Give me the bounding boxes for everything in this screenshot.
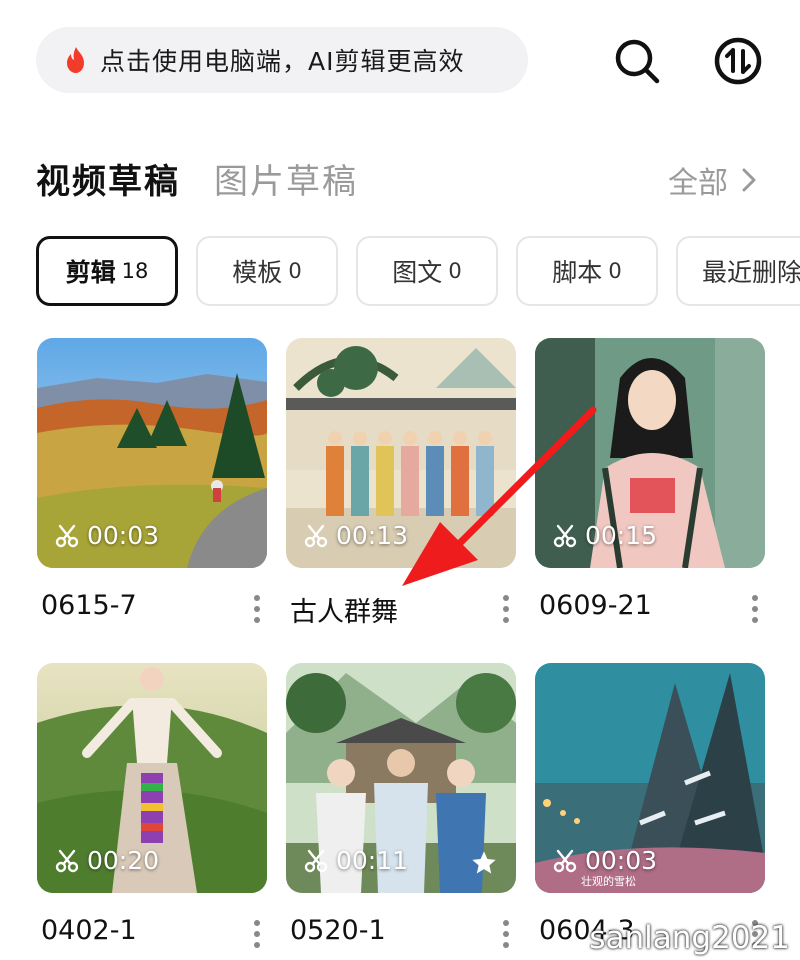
tab-image-drafts[interactable]: 图片草稿 <box>214 154 358 203</box>
top-bar: 点击使用电脑端，AI剪辑更高效 <box>0 0 800 120</box>
draft-title: 古人群舞 <box>290 597 398 628</box>
duration-text: 00:20 <box>87 846 160 875</box>
star-icon[interactable] <box>470 849 498 877</box>
search-button[interactable] <box>612 36 662 86</box>
draft-card[interactable]: 00:13 古人群舞 <box>286 338 516 628</box>
more-options-icon[interactable] <box>749 594 761 624</box>
draft-card[interactable]: 00:15 0609-21 <box>535 338 765 623</box>
thumbnail-caption: 壮观的雪松 <box>581 875 636 888</box>
draft-card[interactable]: 00:03 壮观的雪松 0604-3 <box>535 663 765 948</box>
scissors-icon <box>553 524 577 547</box>
more-options-icon[interactable] <box>251 919 263 949</box>
draft-title: 0609-21 <box>539 590 652 621</box>
draft-type-tabs: 视频草稿 图片草稿 全部 <box>0 150 800 210</box>
duration-text: 00:11 <box>336 846 409 875</box>
draft-thumbnail[interactable]: 00:15 <box>535 338 765 568</box>
watermark: sanlang2021 <box>589 920 790 956</box>
duration-badge: 00:13 <box>304 521 408 550</box>
chip-template[interactable]: 模板 0 <box>196 236 338 306</box>
chip-count: 18 <box>121 259 149 283</box>
view-all-link[interactable]: 全部 <box>668 158 756 202</box>
draft-title: 0402-1 <box>41 915 137 946</box>
duration-text: 00:03 <box>87 521 160 550</box>
flame-icon <box>67 47 84 73</box>
duration-text: 00:03 <box>585 846 658 875</box>
duration-badge: 00:11 <box>304 846 408 875</box>
chip-count: 0 <box>288 259 302 283</box>
filter-chips: 剪辑 18 模板 0 图文 0 脚本 0 最近删除 <box>36 236 800 306</box>
duration-text: 00:15 <box>585 521 658 550</box>
more-options-icon[interactable] <box>500 919 512 949</box>
chip-label: 剪辑 <box>65 258 116 287</box>
draft-thumbnail[interactable]: 00:03 壮观的雪松 <box>535 663 765 893</box>
scissors-icon <box>304 849 328 872</box>
sort-arrows-icon <box>714 37 762 85</box>
chip-label: 脚本 <box>552 258 603 287</box>
draft-card[interactable]: 00:03 0615-7 <box>37 338 267 623</box>
duration-text: 00:13 <box>336 521 409 550</box>
chip-label: 最近删除 <box>702 258 800 287</box>
sort-button[interactable] <box>713 36 763 86</box>
draft-title: 0615-7 <box>41 590 137 621</box>
view-all-label: 全部 <box>668 166 728 201</box>
scissors-icon <box>55 524 79 547</box>
scissors-icon <box>553 849 577 872</box>
draft-card[interactable]: 00:20 0402-1 <box>37 663 267 948</box>
chip-label: 模板 <box>232 258 283 287</box>
draft-grid: 00:03 0615-7 00:13 古人群舞 00:15 0609-21 00… <box>0 338 800 960</box>
search-icon <box>615 39 660 84</box>
chip-label: 图文 <box>392 258 443 287</box>
draft-thumbnail[interactable]: 00:03 <box>37 338 267 568</box>
duration-badge: 00:20 <box>55 846 159 875</box>
draft-card[interactable]: 00:11 0520-1 <box>286 663 516 948</box>
scissors-icon <box>304 524 328 547</box>
draft-thumbnail[interactable]: 00:13 <box>286 338 516 568</box>
more-options-icon[interactable] <box>500 594 512 624</box>
tab-video-drafts[interactable]: 视频草稿 <box>36 154 180 203</box>
promo-text: 点击使用电脑端，AI剪辑更高效 <box>100 47 465 76</box>
duration-badge: 00:15 <box>553 521 657 550</box>
chevron-right-icon <box>742 168 756 192</box>
draft-thumbnail[interactable]: 00:20 <box>37 663 267 893</box>
chip-image-text[interactable]: 图文 0 <box>356 236 498 306</box>
chip-count: 0 <box>608 259 622 283</box>
more-options-icon[interactable] <box>251 594 263 624</box>
duration-badge: 00:03 <box>553 846 657 875</box>
draft-thumbnail[interactable]: 00:11 <box>286 663 516 893</box>
chip-script[interactable]: 脚本 0 <box>516 236 658 306</box>
chip-edit[interactable]: 剪辑 18 <box>36 236 178 306</box>
duration-badge: 00:03 <box>55 521 159 550</box>
chip-recently-deleted[interactable]: 最近删除 <box>676 236 800 306</box>
scissors-icon <box>55 849 79 872</box>
pc-promo-banner[interactable]: 点击使用电脑端，AI剪辑更高效 <box>36 27 528 93</box>
draft-title: 0520-1 <box>290 915 386 946</box>
chip-count: 0 <box>448 259 462 283</box>
